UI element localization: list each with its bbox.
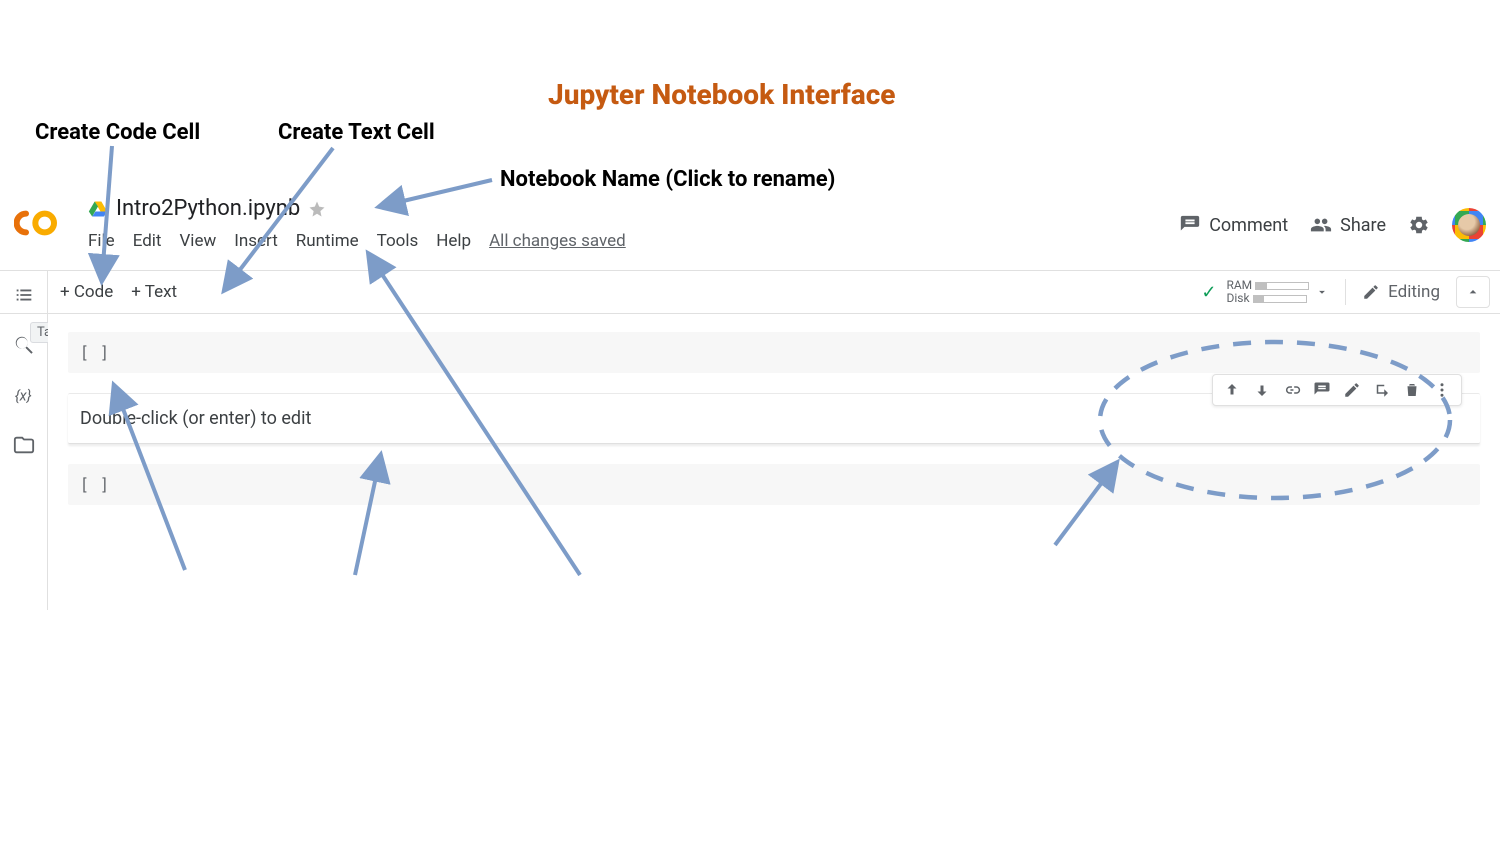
edit-cell-icon[interactable] — [1343, 381, 1361, 399]
comment-cell-icon[interactable] — [1313, 381, 1331, 399]
pencil-icon — [1362, 283, 1380, 301]
chevron-up-icon — [1465, 284, 1481, 300]
left-rail: {x} — [0, 270, 48, 610]
resource-indicator[interactable]: RAM Disk — [1226, 279, 1309, 305]
share-button[interactable]: Share — [1310, 214, 1386, 236]
toc-icon[interactable] — [13, 284, 35, 306]
disk-label: Disk — [1226, 291, 1249, 305]
move-up-icon[interactable] — [1223, 381, 1241, 399]
toolbar: + Code + Text ✓ RAM Disk Editing — [0, 270, 1500, 314]
more-icon[interactable] — [1433, 381, 1451, 399]
ram-label: RAM — [1226, 278, 1252, 292]
mirror-cell-icon[interactable] — [1373, 381, 1391, 399]
comment-button[interactable]: Comment — [1179, 214, 1288, 236]
svg-text:{x}: {x} — [14, 387, 31, 405]
label-create-text-cell: Create Text Cell — [278, 120, 435, 145]
drive-icon — [88, 199, 108, 219]
resource-dropdown-icon[interactable] — [1315, 285, 1329, 299]
code-cell-bracket: [ ] — [80, 342, 109, 363]
cell-toolbar — [1212, 374, 1462, 406]
connected-check-icon: ✓ — [1201, 282, 1216, 303]
label-create-code-cell: Create Code Cell — [35, 120, 200, 145]
menu-edit[interactable]: Edit — [133, 231, 162, 251]
menu-insert[interactable]: Insert — [234, 231, 278, 251]
add-code-button[interactable]: + Code — [60, 282, 113, 302]
code-cell-1[interactable]: [ ] — [68, 332, 1480, 373]
settings-gear-icon[interactable] — [1408, 214, 1430, 236]
menu-runtime[interactable]: Runtime — [296, 231, 359, 251]
link-icon[interactable] — [1283, 381, 1301, 399]
save-status[interactable]: All changes saved — [489, 231, 626, 251]
editing-mode-button[interactable]: Editing — [1362, 282, 1440, 302]
header-actions: Comment Share — [1179, 208, 1486, 242]
code-cell-bracket-2: [ ] — [80, 474, 109, 495]
ram-meter — [1255, 282, 1309, 290]
notebook-title[interactable]: Intro2Python.ipynb — [116, 196, 300, 221]
code-cell-2[interactable]: [ ] — [68, 464, 1480, 505]
delete-cell-icon[interactable] — [1403, 381, 1421, 399]
folder-icon[interactable] — [13, 434, 35, 456]
star-icon[interactable] — [308, 200, 326, 218]
move-down-icon[interactable] — [1253, 381, 1271, 399]
colab-logo-icon — [14, 208, 58, 238]
notebook-body: [ ] Double-click (or enter) to edit [ ] — [48, 314, 1500, 610]
comment-icon — [1179, 214, 1201, 236]
colab-header: Intro2Python.ipynb File Edit View Insert… — [0, 190, 1500, 270]
variables-icon[interactable]: {x} — [13, 384, 35, 406]
share-label: Share — [1340, 215, 1386, 236]
menu-file[interactable]: File — [88, 231, 115, 251]
colab-app: Intro2Python.ipynb File Edit View Insert… — [0, 190, 1500, 610]
disk-meter — [1253, 295, 1307, 303]
menu-help[interactable]: Help — [436, 231, 471, 251]
collapse-button[interactable] — [1456, 276, 1490, 308]
text-cell[interactable]: Double-click (or enter) to edit — [68, 393, 1480, 444]
share-icon — [1310, 214, 1332, 236]
separator — [1345, 279, 1346, 305]
comment-label: Comment — [1209, 215, 1288, 236]
editing-label: Editing — [1388, 282, 1440, 302]
text-cell-placeholder: Double-click (or enter) to edit — [80, 408, 311, 429]
menu-view[interactable]: View — [179, 231, 216, 251]
user-avatar[interactable] — [1452, 208, 1486, 242]
add-text-button[interactable]: + Text — [131, 282, 177, 302]
menu-tools[interactable]: Tools — [377, 231, 419, 251]
diagram-title: Jupyter Notebook Interface — [548, 78, 895, 111]
label-notebook-name: Notebook Name (Click to rename) — [500, 167, 835, 192]
menubar: File Edit View Insert Runtime Tools Help… — [88, 231, 626, 251]
